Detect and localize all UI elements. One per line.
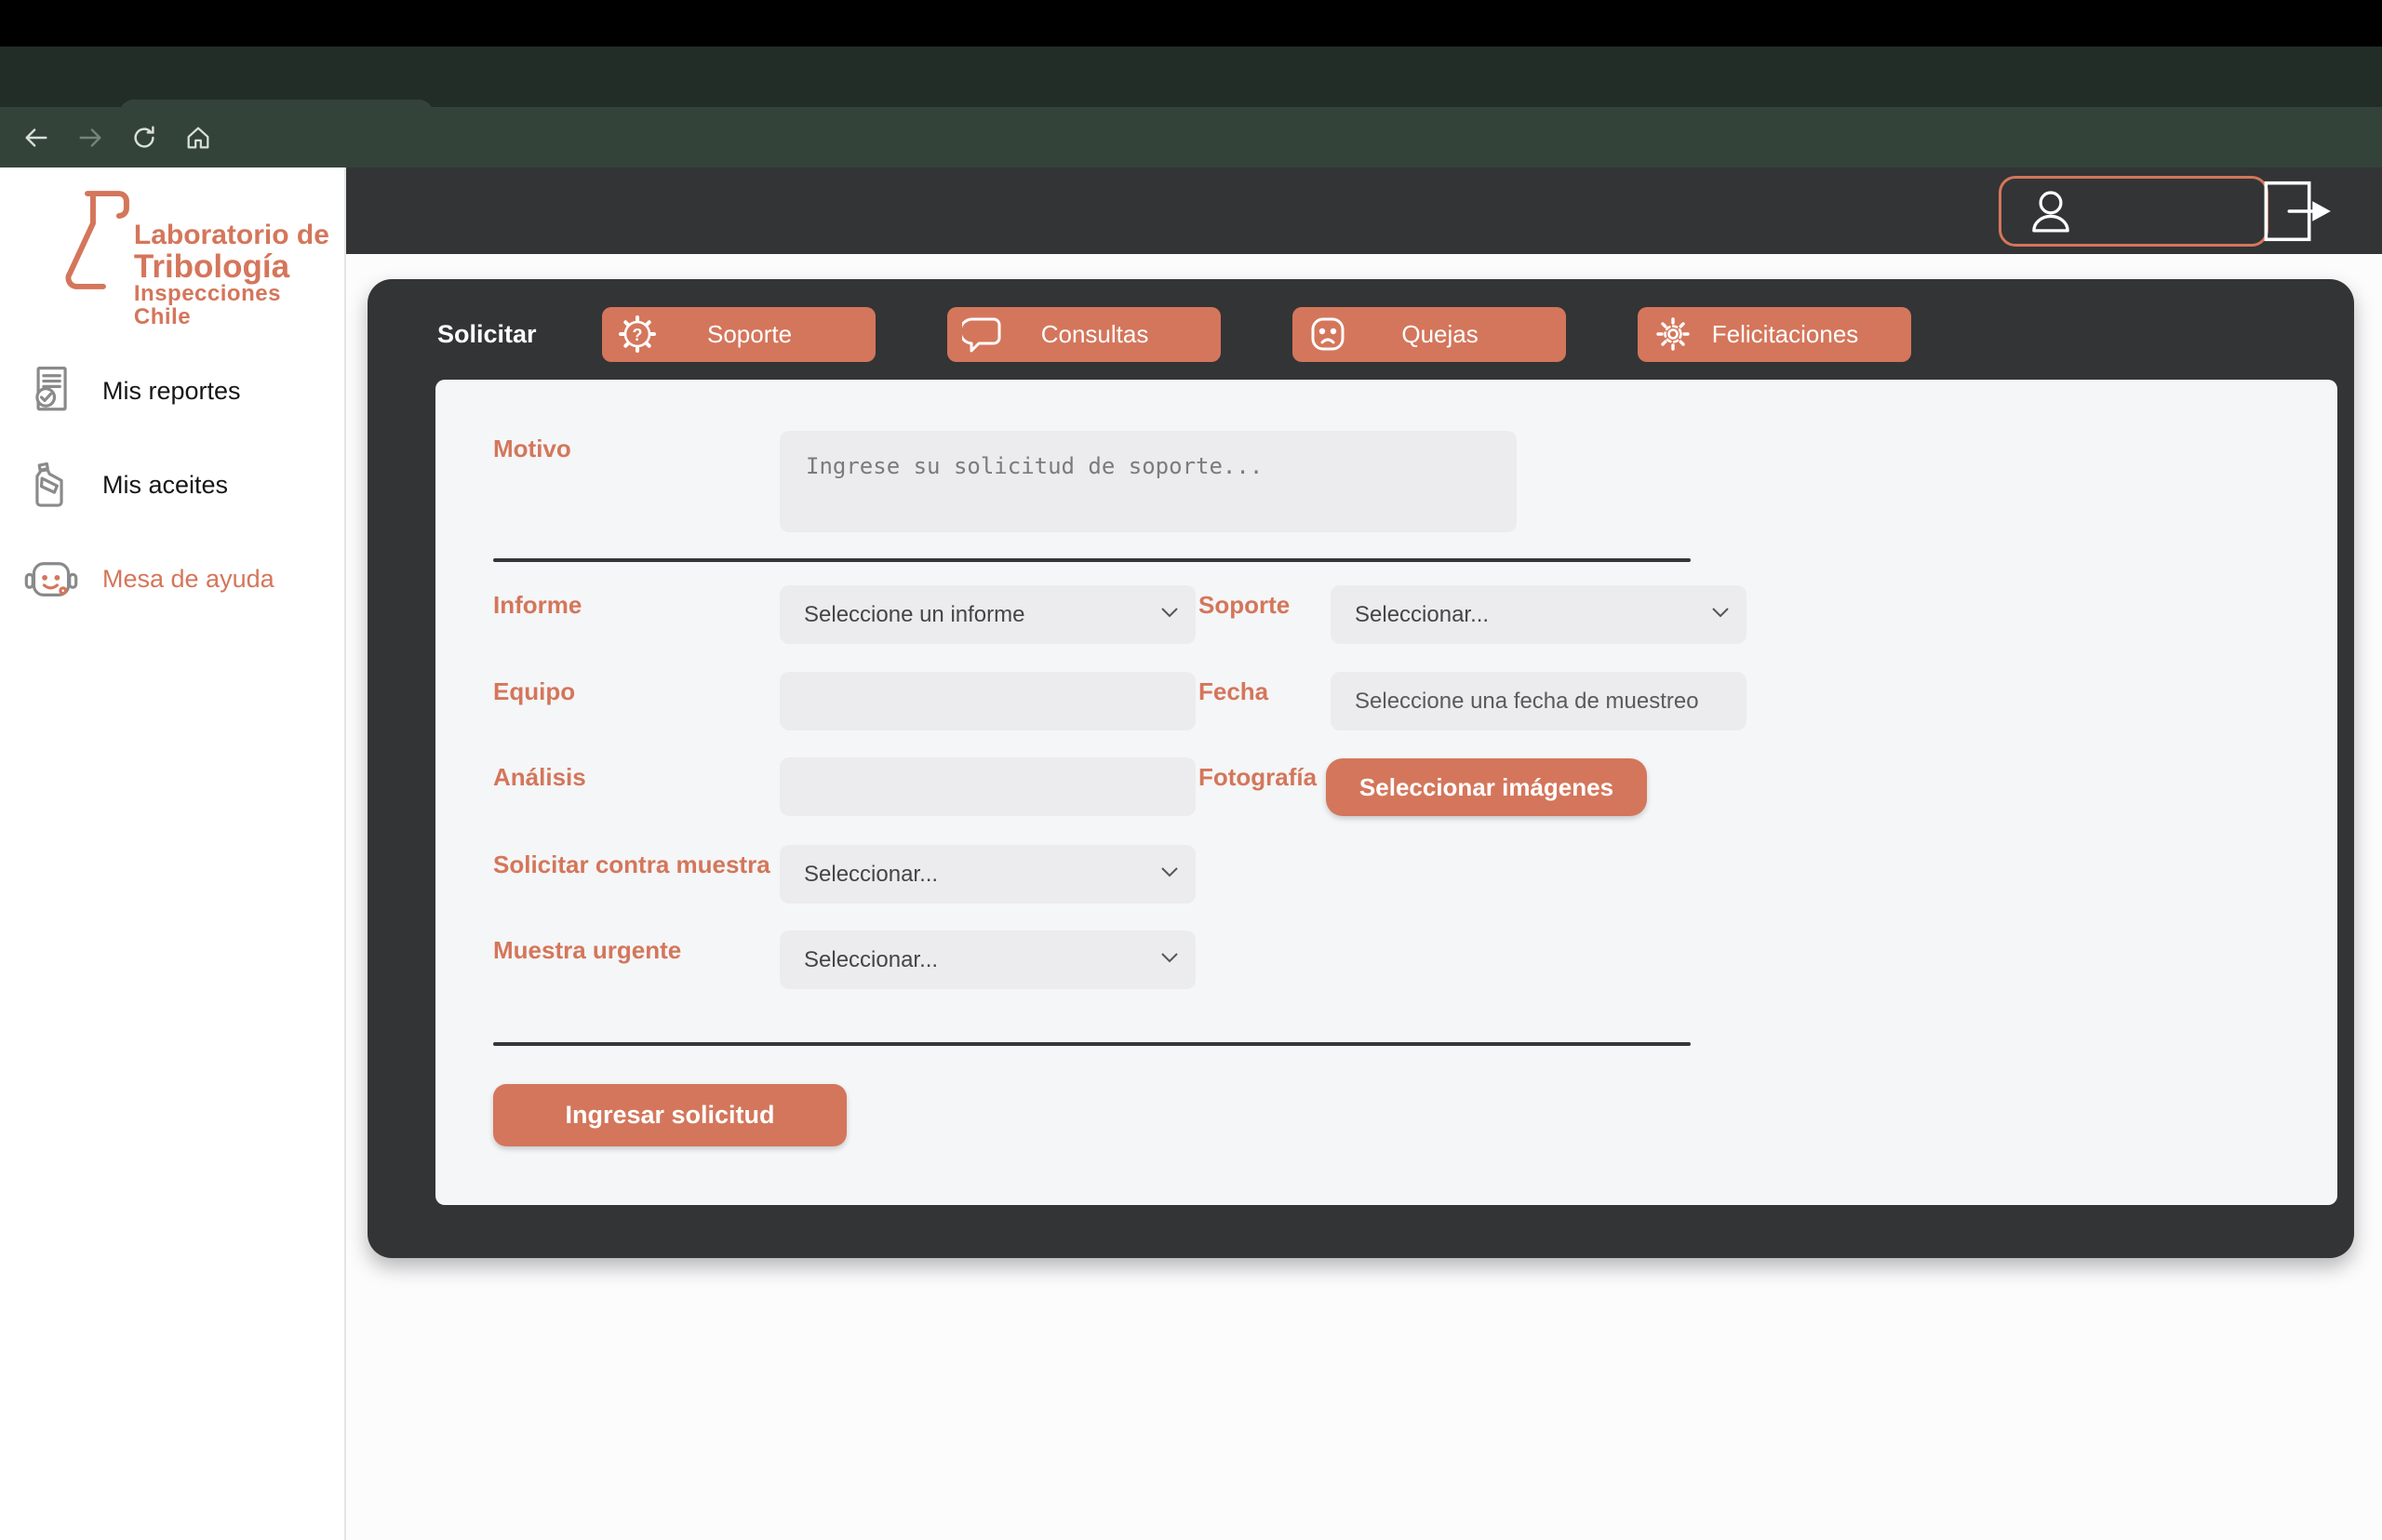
equipo-input[interactable]: [780, 672, 1196, 730]
select-images-button[interactable]: Seleccionar imágenes: [1326, 758, 1647, 816]
muestra-urgente-select[interactable]: Seleccionar...: [780, 931, 1196, 989]
chevron-down-icon: [1160, 865, 1179, 878]
tab-felicitaciones[interactable]: Felicitaciones: [1638, 307, 1911, 362]
app-logo: Laboratorio de Tribología Inspecciones C…: [60, 184, 344, 328]
muestra-urgente-label: Muestra urgente: [493, 936, 681, 965]
fotografia-label: Fotografía: [1198, 763, 1317, 792]
screen: WebManager - Inspecciones ✕ + ⋮: [0, 0, 2382, 1540]
reload-icon[interactable]: [130, 124, 158, 152]
request-form-card: Motivo Informe Seleccione un informe Sop…: [435, 380, 2337, 1205]
chevron-down-icon: [1160, 606, 1179, 619]
sidebar-item-mis-reportes[interactable]: Mis reportes: [24, 362, 241, 420]
user-chip[interactable]: [1999, 176, 2268, 247]
sidebar-item-mesa-de-ayuda[interactable]: Mesa de ayuda: [24, 550, 274, 608]
tab-consultas[interactable]: Consultas: [947, 307, 1221, 362]
logo-line1: Laboratorio de: [134, 221, 344, 250]
logout-door-arrow-icon: [2261, 180, 2337, 243]
motivo-textarea[interactable]: [780, 431, 1517, 532]
soporte-select[interactable]: Seleccionar...: [1331, 585, 1746, 644]
fecha-label: Fecha: [1198, 677, 1268, 706]
report-icon: [24, 364, 78, 418]
home-icon[interactable]: [184, 124, 212, 152]
tab-label: Quejas: [1348, 320, 1551, 349]
muestra-urgente-select-value: Seleccionar...: [804, 947, 938, 973]
contra-muestra-select-value: Seleccionar...: [804, 862, 938, 888]
tab-label: Soporte: [658, 320, 861, 349]
divider: [493, 1042, 1691, 1046]
logout-button[interactable]: [2261, 180, 2337, 243]
sidebar-item-label: Mis aceites: [102, 471, 228, 500]
divider: [493, 558, 1691, 562]
informe-label: Informe: [493, 591, 582, 620]
robot-headset-icon: [24, 552, 78, 606]
gear-question-icon: ?: [617, 314, 658, 355]
tab-quejas[interactable]: Quejas: [1292, 307, 1566, 362]
main-content: Solicitar ? Soporte Consulta: [346, 254, 2382, 1540]
soporte-select-value: Seleccionar...: [1355, 602, 1489, 628]
chevron-down-icon: [1160, 951, 1179, 964]
sidebar-item-label: Mesa de ayuda: [102, 565, 274, 594]
speech-bubble-icon: [962, 314, 1003, 355]
section-label: Solicitar: [437, 320, 537, 349]
browser-tabstrip: WebManager - Inspecciones ✕ +: [0, 47, 2382, 107]
help-desk-panel: Solicitar ? Soporte Consulta: [368, 279, 2354, 1258]
soporte-label: Soporte: [1198, 591, 1290, 620]
analisis-label: Análisis: [493, 763, 586, 792]
back-icon[interactable]: [22, 124, 50, 152]
submit-request-button[interactable]: Ingresar solicitud: [493, 1084, 847, 1146]
chevron-down-icon: [1711, 606, 1730, 619]
tab-label: Consultas: [1003, 320, 1206, 349]
sidebar-item-label: Mis reportes: [102, 377, 241, 406]
contra-muestra-label: Solicitar contra muestra: [493, 850, 770, 879]
svg-text:?: ?: [632, 326, 642, 344]
category-tab-row: Solicitar ? Soporte Consulta: [437, 306, 1911, 362]
app-header: [346, 167, 2382, 254]
sidebar: Laboratorio de Tribología Inspecciones C…: [0, 167, 346, 1540]
contra-muestra-select[interactable]: Seleccionar...: [780, 845, 1196, 904]
logo-line2: Tribología: [134, 250, 344, 284]
oil-jug-icon: [24, 458, 78, 512]
browser-toolbar: ⋮: [0, 107, 2382, 167]
fecha-input[interactable]: [1331, 672, 1746, 730]
sparkle-burst-icon: [1653, 314, 1693, 355]
informe-select-value: Seleccione un informe: [804, 602, 1024, 628]
equipo-label: Equipo: [493, 677, 575, 706]
forward-icon[interactable]: [76, 124, 104, 152]
sad-face-icon: [1307, 314, 1348, 355]
tab-soporte[interactable]: ? Soporte: [602, 307, 876, 362]
window-top-strip: [0, 0, 2382, 47]
analisis-input[interactable]: [780, 757, 1196, 816]
motivo-label: Motivo: [493, 435, 571, 463]
sidebar-item-mis-aceites[interactable]: Mis aceites: [24, 456, 228, 514]
tab-label: Felicitaciones: [1693, 320, 1896, 349]
informe-select[interactable]: Seleccione un informe: [780, 585, 1196, 644]
user-icon: [2024, 184, 2078, 238]
logo-line3: Inspecciones Chile: [134, 283, 344, 328]
